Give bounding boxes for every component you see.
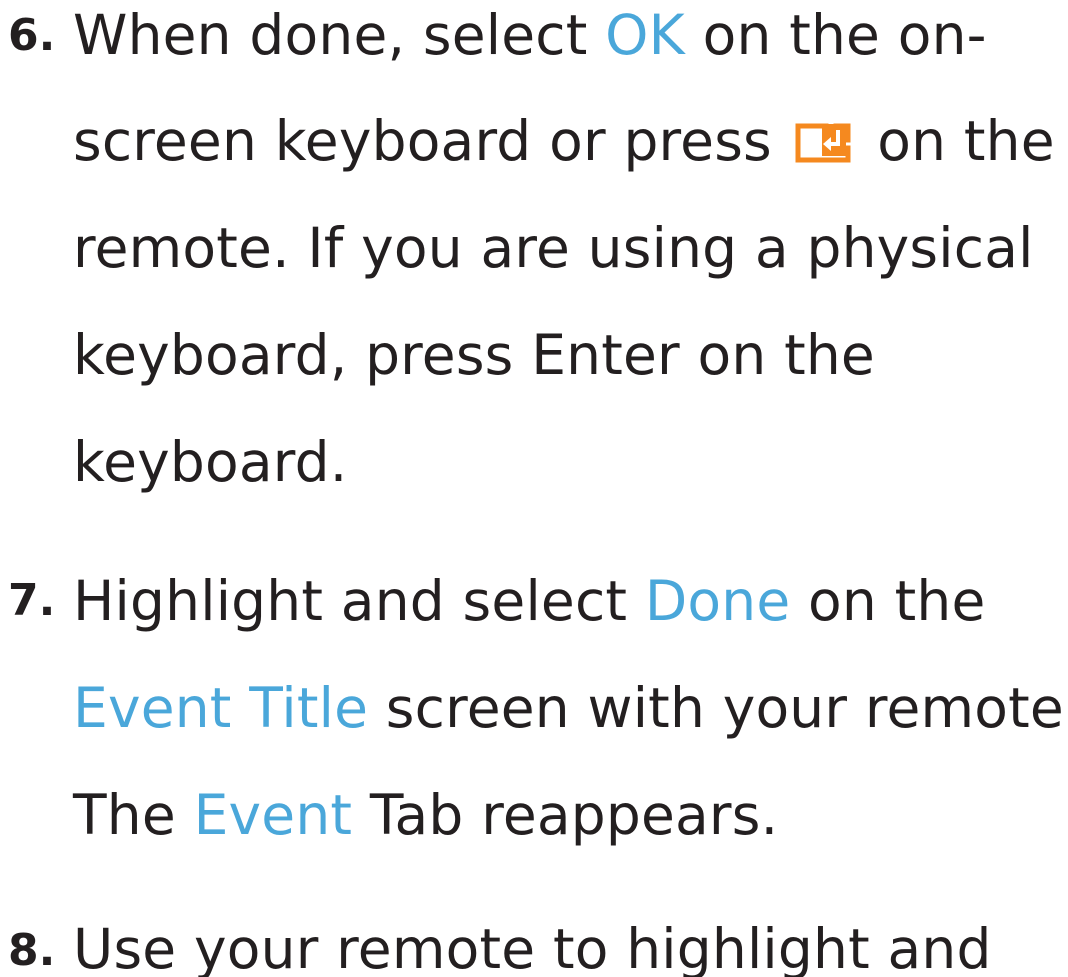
step-number: 6. bbox=[8, 10, 56, 61]
ui-term-ok: OK bbox=[605, 3, 685, 67]
step-line: remote. If you are using a physical bbox=[73, 221, 1034, 276]
enter-key-icon bbox=[792, 120, 854, 166]
step-line: screen keyboard or press on the bbox=[73, 114, 1055, 169]
text-run: screen with your remote. bbox=[368, 676, 1068, 740]
step-line: keyboard, press Enter on the bbox=[73, 328, 875, 383]
text-run: on the on- bbox=[684, 3, 987, 67]
step-line: keyboard. bbox=[73, 435, 347, 490]
text-run: on the bbox=[790, 569, 986, 633]
text-run: Tab reappears. bbox=[352, 783, 779, 847]
text-run: When done, select bbox=[73, 3, 606, 67]
step-number: 8. bbox=[8, 925, 56, 976]
text-run: screen keyboard or press bbox=[73, 109, 790, 173]
ui-term-event: Event bbox=[193, 783, 353, 847]
text-run: Use your remote to highlight and bbox=[73, 917, 992, 977]
ui-term-event-title: Event Title bbox=[73, 676, 369, 740]
text-run: The bbox=[73, 783, 194, 847]
text-run: keyboard. bbox=[73, 430, 348, 494]
text-run: keyboard, press Enter on the bbox=[73, 323, 875, 387]
step-line: Event Title screen with your remote. bbox=[73, 681, 1068, 736]
step-line: The Event Tab reappears. bbox=[73, 788, 778, 843]
text-run: on the bbox=[859, 109, 1055, 173]
step-line: Use your remote to highlight and bbox=[73, 922, 992, 977]
step-line: When done, select OK on the on- bbox=[73, 8, 987, 63]
step-number: 7. bbox=[8, 575, 56, 626]
ui-term-done: Done bbox=[644, 569, 791, 633]
text-run: remote. If you are using a physical bbox=[73, 216, 1034, 280]
text-run: Highlight and select bbox=[73, 569, 645, 633]
step-line: Highlight and select Done on the bbox=[73, 574, 986, 629]
